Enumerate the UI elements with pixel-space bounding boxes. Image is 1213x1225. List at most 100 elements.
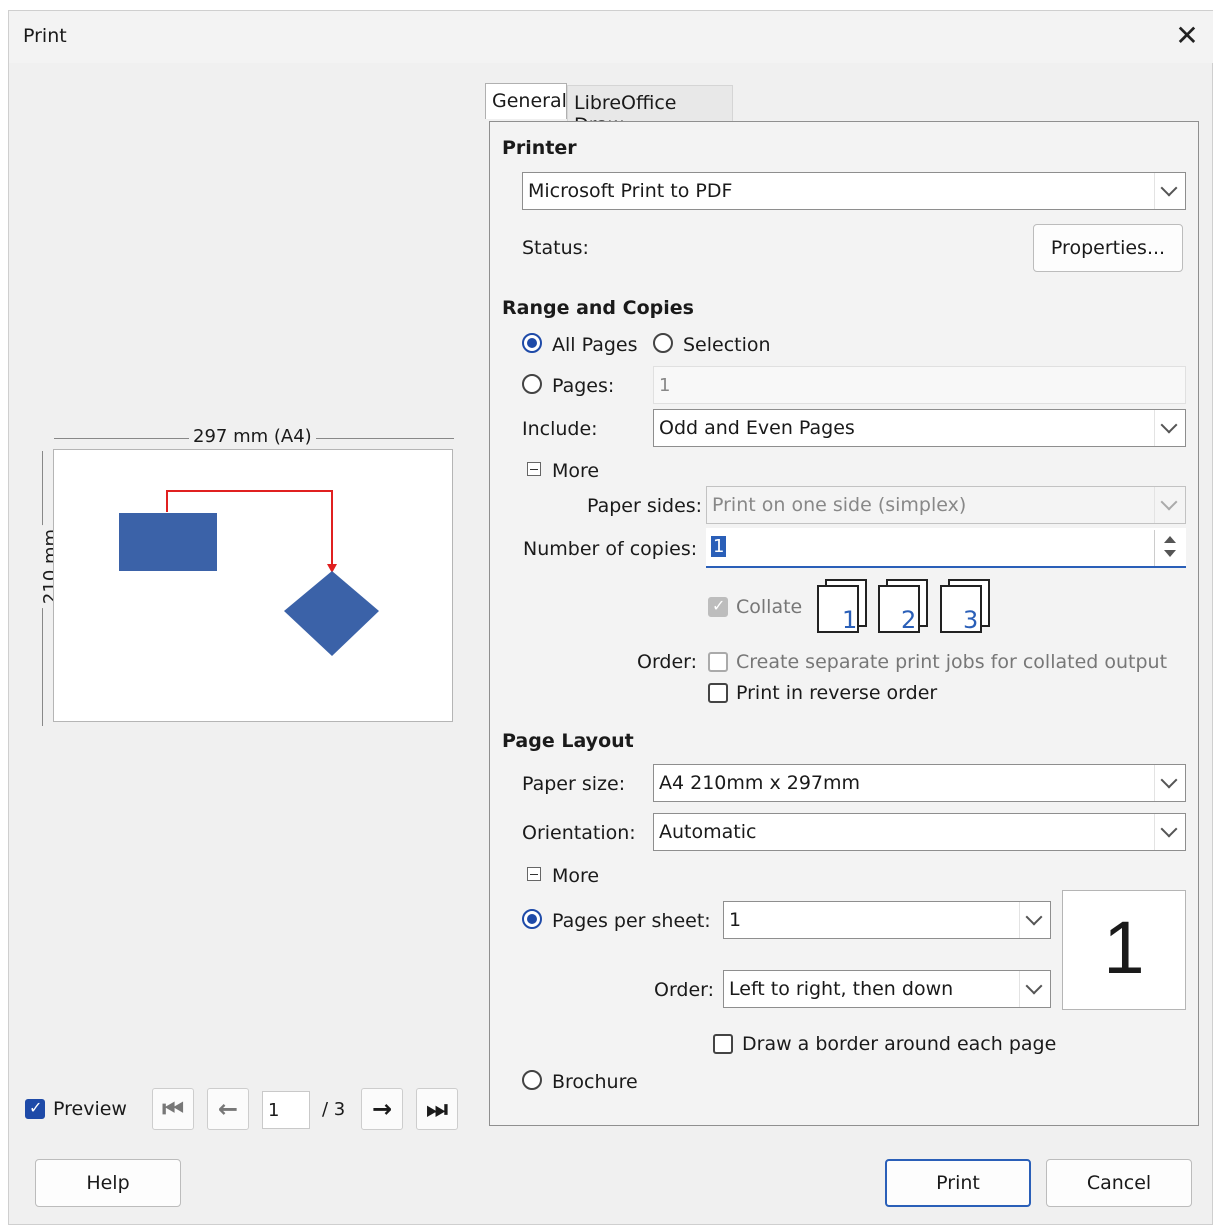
cancel-button[interactable]: Cancel (1046, 1159, 1192, 1207)
copies-input[interactable]: 1 (706, 528, 1186, 568)
page-number-input[interactable]: 1 (262, 1091, 310, 1129)
collate-icon-3-number: 3 (963, 606, 978, 634)
pages-input-value: 1 (659, 375, 671, 396)
tab-general-label: General (492, 90, 567, 112)
page-layout-heading: Page Layout (502, 730, 634, 752)
reverse-order-label: Print in reverse order (736, 682, 938, 704)
collate-icon-1-number: 1 (842, 606, 857, 634)
pages-per-sheet-radio[interactable] (522, 909, 542, 929)
include-select[interactable]: Odd and Even Pages (653, 409, 1186, 447)
collate-icon-2-number: 2 (901, 606, 916, 634)
pages-per-sheet-preview: 1 (1062, 890, 1186, 1010)
all-pages-radio[interactable] (522, 333, 542, 353)
next-page-icon[interactable]: → (361, 1088, 403, 1130)
page-order-label: Order: (654, 979, 715, 1001)
include-select-value: Odd and Even Pages (659, 417, 855, 439)
range-heading: Range and Copies (502, 297, 694, 319)
collate-icon-2: 2 (878, 579, 928, 634)
chevron-down-icon (1154, 410, 1185, 446)
previous-page-icon[interactable]: ← (207, 1088, 249, 1130)
print-button-label: Print (936, 1172, 980, 1194)
pages-per-sheet-select[interactable]: 1 (723, 901, 1051, 939)
close-icon[interactable]: ✕ (1167, 19, 1207, 55)
copies-value: 1 (711, 536, 727, 557)
title-bar: Print ✕ (9, 11, 1213, 63)
general-panel: Printer Microsoft Print to PDF Status: P… (489, 121, 1199, 1126)
collapse-icon[interactable] (527, 462, 541, 476)
brochure-radio[interactable] (522, 1070, 542, 1090)
collate-checkbox[interactable] (708, 596, 728, 617)
chevron-down-icon (1154, 173, 1185, 209)
chevron-down-icon (1154, 487, 1185, 523)
page-order-value: Left to right, then down (729, 978, 954, 1000)
page-order-select[interactable]: Left to right, then down (723, 970, 1051, 1008)
pages-per-sheet-label: Pages per sheet: (552, 910, 711, 932)
printer-select-value: Microsoft Print to PDF (528, 180, 733, 202)
help-button-label: Help (86, 1172, 130, 1194)
diamond-shape (284, 571, 379, 656)
collapse-icon[interactable] (527, 867, 541, 881)
printer-heading: Printer (502, 137, 577, 159)
paper-size-value: A4 210mm x 297mm (659, 772, 861, 794)
chevron-down-icon (1154, 765, 1185, 801)
print-dialog: Print ✕ 297 mm (A4) 210 mm Preview ⏮ ← 1… (8, 10, 1213, 1225)
spin-down-icon[interactable] (1164, 550, 1176, 557)
preview-area: 297 mm (A4) 210 mm (39, 426, 459, 726)
cancel-button-label: Cancel (1086, 1172, 1152, 1194)
printer-select[interactable]: Microsoft Print to PDF (522, 172, 1186, 210)
orientation-value: Automatic (659, 821, 757, 843)
spin-up-icon[interactable] (1164, 536, 1176, 543)
preview-label: Preview (53, 1098, 127, 1120)
tab-libreoffice-draw[interactable]: LibreOffice Draw (567, 85, 733, 136)
page-number-value: 1 (268, 1100, 280, 1121)
draw-border-label: Draw a border around each page (742, 1033, 1057, 1055)
paper-sides-value: Print on one side (simplex) (712, 494, 967, 516)
collate-label: Collate (736, 596, 803, 618)
spin-buttons[interactable] (1154, 530, 1184, 566)
draw-border-checkbox[interactable] (713, 1034, 733, 1054)
total-pages-label: / 3 (322, 1099, 346, 1120)
print-button[interactable]: Print (885, 1159, 1031, 1207)
selection-label: Selection (683, 334, 771, 356)
chevron-down-icon (1154, 814, 1185, 850)
all-pages-label: All Pages (552, 334, 638, 356)
reverse-order-checkbox[interactable] (708, 683, 728, 703)
pages-input[interactable]: 1 (653, 366, 1186, 404)
orientation-select[interactable]: Automatic (653, 813, 1186, 851)
paper-sides-select[interactable]: Print on one side (simplex) (706, 486, 1186, 524)
copies-label: Number of copies: (523, 538, 698, 560)
properties-button-label: Properties... (1050, 237, 1166, 259)
more-toggle[interactable]: More (552, 460, 599, 482)
separate-jobs-checkbox[interactable] (708, 652, 728, 672)
tab-general[interactable]: General (485, 83, 567, 119)
paper-size-select[interactable]: A4 210mm x 297mm (653, 764, 1186, 802)
first-page-icon[interactable]: ⏮ (152, 1088, 194, 1130)
preview-checkbox[interactable] (25, 1098, 45, 1119)
properties-button[interactable]: Properties... (1033, 224, 1183, 272)
collate-icon-3: 3 (940, 579, 990, 634)
pages-label: Pages: (552, 375, 615, 397)
preview-drawing (119, 490, 379, 656)
chevron-down-icon (1019, 902, 1050, 938)
selection-radio[interactable] (653, 333, 673, 353)
collate-icon-1: 1 (817, 579, 867, 634)
help-button[interactable]: Help (35, 1159, 181, 1207)
layout-more-toggle[interactable]: More (552, 865, 599, 887)
separate-jobs-label: Create separate print jobs for collated … (736, 651, 1168, 673)
rectangle-shape (119, 513, 217, 571)
page-preview (53, 449, 453, 722)
status-label: Status: (522, 237, 589, 259)
paper-sides-label: Paper sides: (587, 495, 703, 517)
preview-width-label: 297 mm (A4) (189, 426, 316, 447)
dialog-title: Print (23, 25, 67, 47)
orientation-label: Orientation: (522, 822, 636, 844)
last-page-icon[interactable]: ⏭ (416, 1088, 458, 1130)
chevron-down-icon (1019, 971, 1050, 1007)
include-label: Include: (522, 418, 598, 440)
paper-size-label: Paper size: (522, 773, 626, 795)
pages-per-sheet-value: 1 (729, 909, 742, 931)
pages-per-sheet-preview-number: 1 (1103, 906, 1145, 989)
pages-radio[interactable] (522, 374, 542, 394)
brochure-label: Brochure (552, 1071, 638, 1093)
order-label: Order: (637, 651, 698, 673)
